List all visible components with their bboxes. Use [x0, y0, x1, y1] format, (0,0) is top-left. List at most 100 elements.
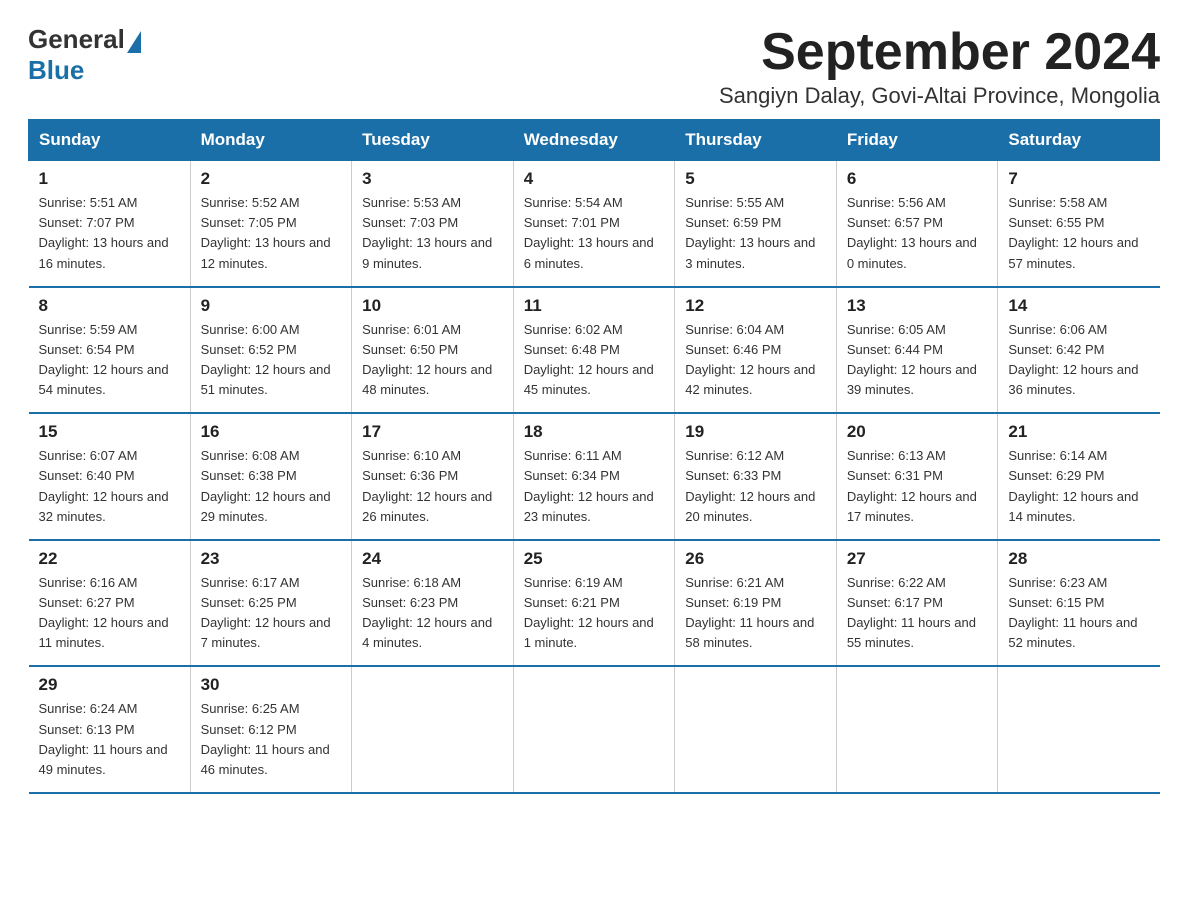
day-info: Sunrise: 6:12 AMSunset: 6:33 PMDaylight:…	[685, 446, 826, 527]
day-info: Sunrise: 5:53 AMSunset: 7:03 PMDaylight:…	[362, 193, 503, 274]
calendar-day-cell: 28 Sunrise: 6:23 AMSunset: 6:15 PMDayligh…	[998, 540, 1160, 667]
logo-blue: Blue	[28, 55, 84, 86]
day-number: 12	[685, 296, 826, 316]
calendar-day-cell: 24 Sunrise: 6:18 AMSunset: 6:23 PMDayligh…	[352, 540, 514, 667]
day-of-week-header: Friday	[836, 120, 998, 161]
calendar-day-cell: 3Sunrise: 5:53 AMSunset: 7:03 PMDaylight…	[352, 161, 514, 287]
calendar-day-cell: 25Sunrise: 6:19 AMSunset: 6:21 PMDayligh…	[513, 540, 675, 667]
day-info: Sunrise: 5:55 AMSunset: 6:59 PMDaylight:…	[685, 193, 826, 274]
day-info: Sunrise: 6:10 AMSunset: 6:36 PMDaylight:…	[362, 446, 503, 527]
day-of-week-header: Wednesday	[513, 120, 675, 161]
day-info: Sunrise: 6:17 AMSunset: 6:25 PMDaylight:…	[201, 573, 342, 654]
day-number: 6	[847, 169, 988, 189]
day-info: Sunrise: 6:02 AMSunset: 6:48 PMDaylight:…	[524, 320, 665, 401]
day-number: 26	[685, 549, 826, 569]
day-of-week-header: Tuesday	[352, 120, 514, 161]
day-of-week-header: Saturday	[998, 120, 1160, 161]
calendar-day-cell	[675, 666, 837, 793]
calendar-day-cell: 22 Sunrise: 6:16 AMSunset: 6:27 PMDayligh…	[29, 540, 191, 667]
day-number: 4	[524, 169, 665, 189]
day-number: 5	[685, 169, 826, 189]
day-info: Sunrise: 6:04 AMSunset: 6:46 PMDaylight:…	[685, 320, 826, 401]
calendar-day-cell: 19 Sunrise: 6:12 AMSunset: 6:33 PMDayligh…	[675, 413, 837, 540]
calendar-table: SundayMondayTuesdayWednesdayThursdayFrid…	[28, 119, 1160, 794]
day-info: Sunrise: 6:13 AMSunset: 6:31 PMDaylight:…	[847, 446, 988, 527]
day-info: Sunrise: 6:05 AMSunset: 6:44 PMDaylight:…	[847, 320, 988, 401]
day-info: Sunrise: 6:16 AMSunset: 6:27 PMDaylight:…	[39, 573, 180, 654]
logo: General Blue	[28, 24, 141, 86]
day-number: 23	[201, 549, 342, 569]
day-info: Sunrise: 6:22 AMSunset: 6:17 PMDaylight:…	[847, 573, 988, 654]
calendar-day-cell: 2 Sunrise: 5:52 AMSunset: 7:05 PMDaylight…	[190, 161, 352, 287]
day-number: 30	[201, 675, 342, 695]
day-number: 29	[39, 675, 180, 695]
day-info: Sunrise: 6:18 AMSunset: 6:23 PMDaylight:…	[362, 573, 503, 654]
day-number: 1	[39, 169, 180, 189]
month-year-title: September 2024	[719, 24, 1160, 81]
calendar-day-cell: 20Sunrise: 6:13 AMSunset: 6:31 PMDayligh…	[836, 413, 998, 540]
day-number: 16	[201, 422, 342, 442]
day-info: Sunrise: 5:54 AMSunset: 7:01 PMDaylight:…	[524, 193, 665, 274]
day-number: 8	[39, 296, 180, 316]
day-info: Sunrise: 6:25 AMSunset: 6:12 PMDaylight:…	[201, 699, 342, 780]
calendar-day-cell: 1 Sunrise: 5:51 AMSunset: 7:07 PMDaylight…	[29, 161, 191, 287]
calendar-day-cell: 26 Sunrise: 6:21 AMSunset: 6:19 PMDayligh…	[675, 540, 837, 667]
calendar-day-cell: 16 Sunrise: 6:08 AMSunset: 6:38 PMDayligh…	[190, 413, 352, 540]
calendar-week-row: 8 Sunrise: 5:59 AMSunset: 6:54 PMDaylight…	[29, 287, 1160, 414]
page-header: General Blue September 2024 Sangiyn Dala…	[28, 24, 1160, 109]
day-info: Sunrise: 6:00 AMSunset: 6:52 PMDaylight:…	[201, 320, 342, 401]
calendar-week-row: 15Sunrise: 6:07 AMSunset: 6:40 PMDayligh…	[29, 413, 1160, 540]
day-info: Sunrise: 6:07 AMSunset: 6:40 PMDaylight:…	[39, 446, 180, 527]
calendar-day-cell: 18Sunrise: 6:11 AMSunset: 6:34 PMDayligh…	[513, 413, 675, 540]
calendar-day-cell: 17 Sunrise: 6:10 AMSunset: 6:36 PMDayligh…	[352, 413, 514, 540]
calendar-day-cell: 7 Sunrise: 5:58 AMSunset: 6:55 PMDaylight…	[998, 161, 1160, 287]
day-info: Sunrise: 5:59 AMSunset: 6:54 PMDaylight:…	[39, 320, 180, 401]
day-info: Sunrise: 5:51 AMSunset: 7:07 PMDaylight:…	[39, 193, 180, 274]
day-info: Sunrise: 6:01 AMSunset: 6:50 PMDaylight:…	[362, 320, 503, 401]
calendar-day-cell: 12 Sunrise: 6:04 AMSunset: 6:46 PMDayligh…	[675, 287, 837, 414]
day-info: Sunrise: 6:21 AMSunset: 6:19 PMDaylight:…	[685, 573, 826, 654]
calendar-day-cell: 29 Sunrise: 6:24 AMSunset: 6:13 PMDayligh…	[29, 666, 191, 793]
calendar-day-cell: 9 Sunrise: 6:00 AMSunset: 6:52 PMDaylight…	[190, 287, 352, 414]
calendar-day-cell: 23 Sunrise: 6:17 AMSunset: 6:25 PMDayligh…	[190, 540, 352, 667]
day-info: Sunrise: 6:08 AMSunset: 6:38 PMDaylight:…	[201, 446, 342, 527]
day-info: Sunrise: 6:23 AMSunset: 6:15 PMDaylight:…	[1008, 573, 1149, 654]
logo-general: General	[28, 24, 125, 55]
day-info: Sunrise: 6:14 AMSunset: 6:29 PMDaylight:…	[1008, 446, 1149, 527]
calendar-day-cell: 10Sunrise: 6:01 AMSunset: 6:50 PMDayligh…	[352, 287, 514, 414]
calendar-day-cell: 4 Sunrise: 5:54 AMSunset: 7:01 PMDaylight…	[513, 161, 675, 287]
location-subtitle: Sangiyn Dalay, Govi-Altai Province, Mong…	[719, 83, 1160, 109]
calendar-day-cell	[998, 666, 1160, 793]
calendar-day-cell: 5 Sunrise: 5:55 AMSunset: 6:59 PMDaylight…	[675, 161, 837, 287]
day-info: Sunrise: 6:06 AMSunset: 6:42 PMDaylight:…	[1008, 320, 1149, 401]
day-of-week-header: Monday	[190, 120, 352, 161]
day-number: 19	[685, 422, 826, 442]
day-info: Sunrise: 5:56 AMSunset: 6:57 PMDaylight:…	[847, 193, 988, 274]
day-number: 22	[39, 549, 180, 569]
calendar-week-row: 22 Sunrise: 6:16 AMSunset: 6:27 PMDayligh…	[29, 540, 1160, 667]
day-of-week-header: Thursday	[675, 120, 837, 161]
calendar-day-cell: 15Sunrise: 6:07 AMSunset: 6:40 PMDayligh…	[29, 413, 191, 540]
day-number: 21	[1008, 422, 1149, 442]
day-number: 13	[847, 296, 988, 316]
calendar-week-row: 29 Sunrise: 6:24 AMSunset: 6:13 PMDayligh…	[29, 666, 1160, 793]
calendar-day-cell	[513, 666, 675, 793]
day-info: Sunrise: 5:52 AMSunset: 7:05 PMDaylight:…	[201, 193, 342, 274]
day-info: Sunrise: 6:24 AMSunset: 6:13 PMDaylight:…	[39, 699, 180, 780]
day-number: 24	[362, 549, 503, 569]
day-number: 2	[201, 169, 342, 189]
day-number: 17	[362, 422, 503, 442]
day-number: 7	[1008, 169, 1149, 189]
day-number: 28	[1008, 549, 1149, 569]
calendar-header-row: SundayMondayTuesdayWednesdayThursdayFrid…	[29, 120, 1160, 161]
calendar-day-cell: 27Sunrise: 6:22 AMSunset: 6:17 PMDayligh…	[836, 540, 998, 667]
day-number: 14	[1008, 296, 1149, 316]
day-info: Sunrise: 5:58 AMSunset: 6:55 PMDaylight:…	[1008, 193, 1149, 274]
day-info: Sunrise: 6:11 AMSunset: 6:34 PMDaylight:…	[524, 446, 665, 527]
day-number: 9	[201, 296, 342, 316]
calendar-day-cell: 11Sunrise: 6:02 AMSunset: 6:48 PMDayligh…	[513, 287, 675, 414]
day-of-week-header: Sunday	[29, 120, 191, 161]
title-block: September 2024 Sangiyn Dalay, Govi-Altai…	[719, 24, 1160, 109]
logo-triangle-icon	[127, 31, 141, 53]
calendar-day-cell: 13 Sunrise: 6:05 AMSunset: 6:44 PMDayligh…	[836, 287, 998, 414]
